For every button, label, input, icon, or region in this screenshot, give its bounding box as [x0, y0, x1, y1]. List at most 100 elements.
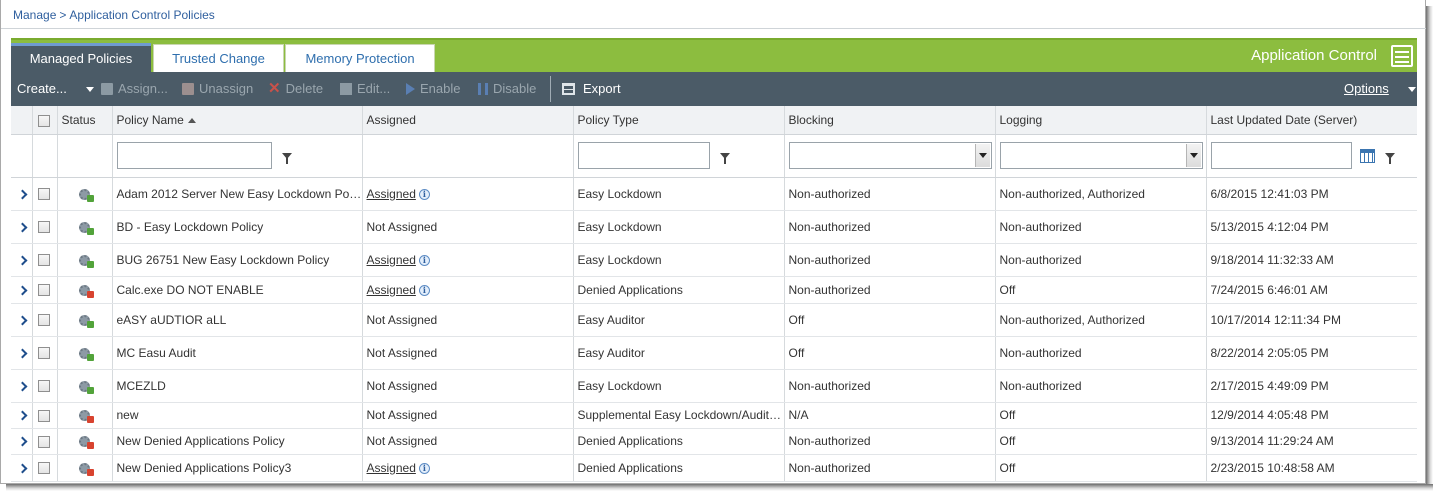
expand-cell[interactable]	[11, 336, 33, 370]
calendar-icon[interactable]	[1359, 148, 1375, 163]
filter-icon[interactable]	[719, 152, 730, 164]
expand-arrow-icon[interactable]	[17, 285, 28, 295]
export-button[interactable]: Export	[562, 72, 621, 106]
column-header-status[interactable]: Status	[57, 106, 113, 135]
expand-cell[interactable]	[11, 369, 33, 403]
info-icon[interactable]: i	[418, 462, 430, 474]
row-checkbox[interactable]	[37, 380, 50, 393]
chevron-down-icon[interactable]	[1185, 144, 1201, 167]
row-checkbox[interactable]	[37, 435, 50, 448]
expand-cell[interactable]	[11, 303, 33, 337]
blocking-filter-select[interactable]	[788, 142, 992, 169]
expand-arrow-icon[interactable]	[17, 348, 28, 358]
table-row[interactable]: Adam 2012 Server New Easy Lockdown Polic…	[11, 177, 1417, 211]
row-checkbox[interactable]	[37, 284, 50, 297]
expand-arrow-icon[interactable]	[17, 222, 28, 232]
table-body: Adam 2012 Server New Easy Lockdown Polic…	[11, 177, 1417, 482]
expand-cell[interactable]	[11, 454, 33, 482]
select-all-checkbox[interactable]	[37, 114, 50, 127]
options-menu[interactable]: Options	[1344, 72, 1416, 106]
policy-name-cell[interactable]: BUG 26751 New Easy Lockdown Policy	[112, 243, 363, 277]
policy-name-cell[interactable]: new	[112, 402, 363, 429]
tab-trusted-change[interactable]: Trusted Change	[153, 44, 284, 74]
row-checkbox[interactable]	[37, 314, 50, 327]
expand-arrow-icon[interactable]	[17, 381, 28, 391]
filter-icon[interactable]	[1384, 152, 1395, 164]
last-updated-filter-input[interactable]	[1210, 142, 1352, 169]
column-header-last-updated[interactable]: Last Updated Date (Server)	[1206, 106, 1417, 135]
policy-type-cell: Easy Auditor	[573, 303, 785, 337]
column-header-assigned[interactable]: Assigned	[362, 106, 574, 135]
table-row[interactable]: new Not Assigned Supplemental Easy Lockdow…	[11, 402, 1417, 429]
policy-name-cell[interactable]: MCEZLD	[112, 369, 363, 403]
filter-icon[interactable]	[281, 152, 292, 164]
expand-arrow-icon[interactable]	[17, 315, 28, 325]
chevron-down-icon[interactable]	[85, 86, 94, 92]
delete-button[interactable]: ✕ Delete	[268, 72, 323, 106]
row-checkbox[interactable]	[37, 409, 50, 422]
column-header-policy-name[interactable]: Policy Name	[112, 106, 363, 135]
policy-type-filter-input[interactable]	[577, 142, 710, 169]
row-checkbox[interactable]	[37, 221, 50, 234]
row-checkbox[interactable]	[37, 347, 50, 360]
row-checkbox[interactable]	[37, 254, 50, 267]
info-icon[interactable]: i	[418, 254, 430, 266]
row-checkbox[interactable]	[37, 462, 50, 475]
last-updated-cell: 8/22/2014 2:05:05 PM	[1206, 336, 1417, 370]
grid-export-icon	[562, 83, 575, 95]
table-row[interactable]: BD - Easy Lockdown Policy Not Assigned Eas…	[11, 210, 1417, 244]
expand-cell[interactable]	[11, 428, 33, 455]
policy-name-cell[interactable]: BD - Easy Lockdown Policy	[112, 210, 363, 244]
column-header-policy-type[interactable]: Policy Type	[573, 106, 785, 135]
expand-cell[interactable]	[11, 402, 33, 429]
create-button[interactable]: Create...	[17, 72, 94, 106]
tab-managed-policies[interactable]: Managed Policies	[11, 43, 151, 74]
logging-filter-select[interactable]	[999, 142, 1203, 169]
expand-cell[interactable]	[11, 276, 33, 304]
assigned-link[interactable]: Assigned	[367, 187, 416, 201]
policy-name-filter-input[interactable]	[116, 142, 272, 169]
breadcrumb-current[interactable]: Application Control Policies	[69, 8, 214, 22]
expand-arrow-icon[interactable]	[17, 436, 28, 447]
expand-arrow-icon[interactable]	[17, 255, 28, 265]
status-cell	[57, 336, 113, 370]
tab-memory-protection[interactable]: Memory Protection	[285, 44, 435, 74]
policy-name-cell[interactable]: MC Easu Audit	[112, 336, 363, 370]
table-row[interactable]: BUG 26751 New Easy Lockdown Policy Assign…	[11, 243, 1417, 277]
expand-arrow-icon[interactable]	[17, 410, 28, 421]
select-cell	[32, 428, 58, 455]
policy-name-cell[interactable]: New Denied Applications Policy	[112, 428, 363, 455]
column-header-blocking[interactable]: Blocking	[784, 106, 996, 135]
chevron-down-icon[interactable]	[974, 144, 990, 167]
row-checkbox[interactable]	[37, 188, 50, 201]
table-row[interactable]: MCEZLD Not Assigned Easy Lockdown Non-autho…	[11, 369, 1417, 403]
breadcrumb-manage-link[interactable]: Manage	[13, 8, 56, 22]
assigned-link[interactable]: Assigned	[367, 283, 416, 297]
table-row[interactable]: Calc.exe DO NOT ENABLE Assigned i Denied Ap…	[11, 276, 1417, 304]
info-icon[interactable]: i	[418, 284, 430, 296]
expand-arrow-icon[interactable]	[17, 463, 28, 473]
expand-cell[interactable]	[11, 177, 33, 211]
expand-cell[interactable]	[11, 210, 33, 244]
policy-name-cell[interactable]: Adam 2012 Server New Easy Lockdown Polic…	[112, 177, 363, 211]
assigned-value: Not Assigned	[366, 345, 438, 360]
enable-button[interactable]: Enable	[406, 72, 460, 106]
table-row[interactable]: New Denied Applications Policy Not Assign…	[11, 428, 1417, 455]
edit-button[interactable]: Edit...	[340, 72, 390, 106]
column-header-logging[interactable]: Logging	[995, 106, 1207, 135]
policy-name-cell[interactable]: Calc.exe DO NOT ENABLE	[112, 276, 363, 304]
assigned-link[interactable]: Assigned	[367, 253, 416, 267]
assigned-link[interactable]: Assigned	[367, 461, 416, 475]
expand-cell[interactable]	[11, 243, 33, 277]
policy-name-cell[interactable]: eASY aUDTIOR aLL	[112, 303, 363, 337]
unassign-button[interactable]: Unassign	[182, 72, 253, 106]
assign-button[interactable]: Assign...	[101, 72, 168, 106]
policy-name-cell[interactable]: New Denied Applications Policy3	[112, 454, 363, 482]
table-row[interactable]: New Denied Applications Policy3 Assigned i…	[11, 454, 1417, 482]
disable-button[interactable]: Disable	[478, 72, 536, 106]
filter-cell-blocking	[784, 134, 996, 178]
expand-arrow-icon[interactable]	[17, 189, 28, 199]
table-row[interactable]: MC Easu Audit Not Assigned Easy Auditor Off…	[11, 336, 1417, 370]
info-icon[interactable]: i	[418, 188, 430, 200]
table-row[interactable]: eASY aUDTIOR aLL Not Assigned Easy Auditor…	[11, 303, 1417, 337]
